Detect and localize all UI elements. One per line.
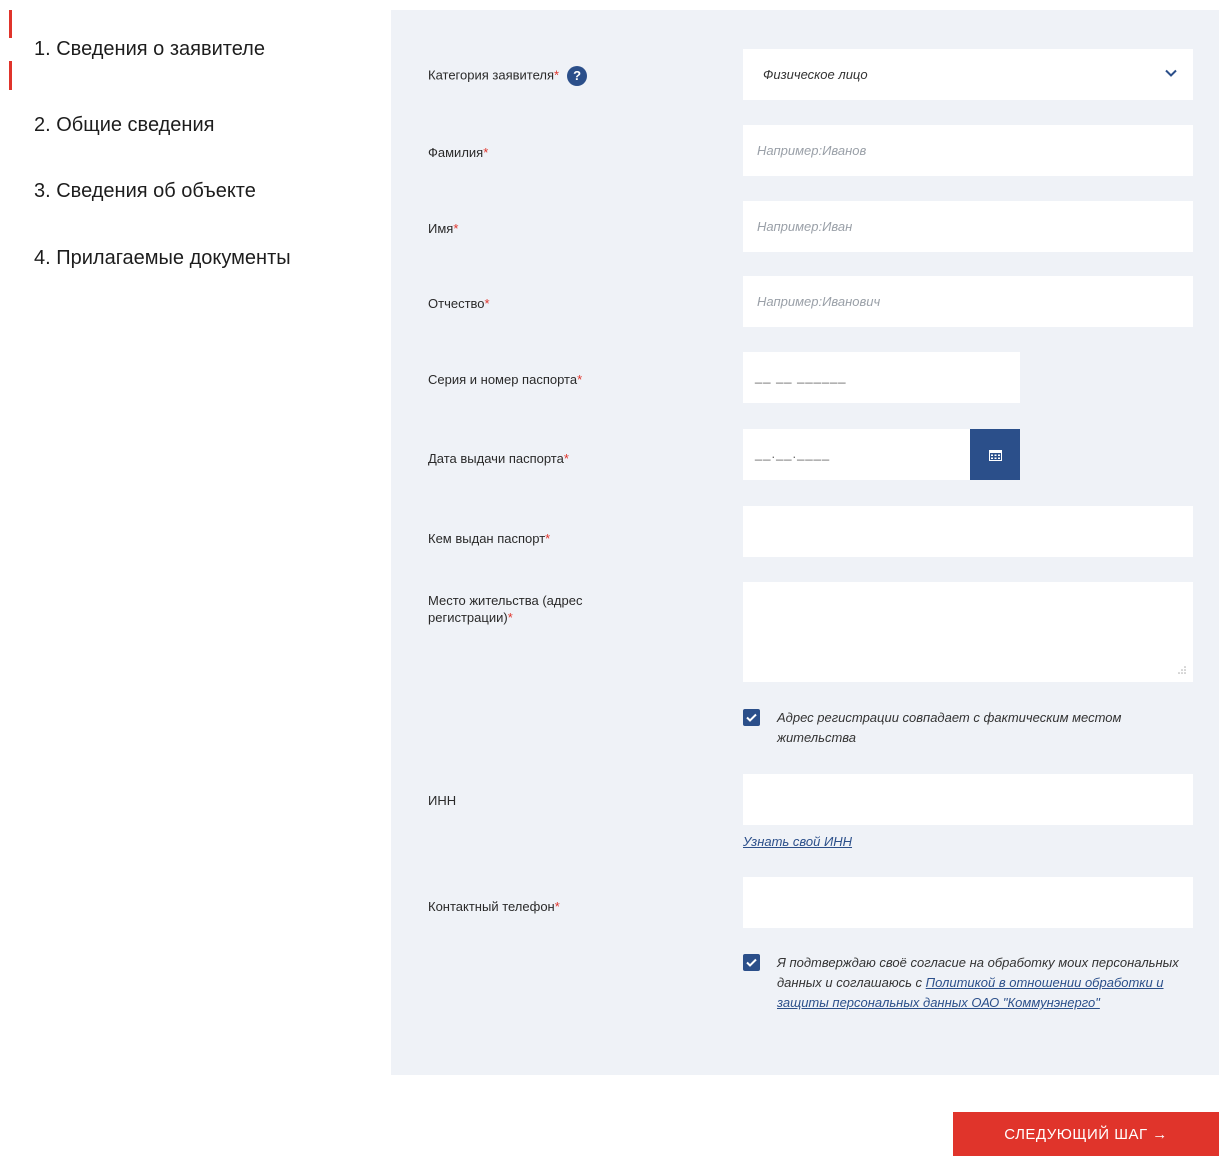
- passport-issuer-input[interactable]: [743, 506, 1193, 557]
- passport-number-input[interactable]: __ __ ______: [743, 352, 1020, 403]
- passport-number-mask: __ __ ______: [755, 369, 847, 384]
- step-object-info[interactable]: 3. Сведения об объекте: [0, 180, 391, 203]
- address-label: Место жительства (адрес регистрации)*: [428, 593, 583, 625]
- calendar-button[interactable]: [970, 429, 1020, 480]
- chevron-down-icon: [1165, 69, 1177, 77]
- passport-date-input[interactable]: __.__.____: [743, 429, 970, 480]
- address-same-checkbox[interactable]: [743, 709, 760, 726]
- inn-label: ИНН: [428, 793, 457, 808]
- patronymic-input[interactable]: [743, 276, 1193, 327]
- patronymic-label: Отчество*: [428, 296, 490, 311]
- checkmark-icon: [746, 958, 757, 967]
- address-textarea[interactable]: [743, 582, 1193, 682]
- category-select[interactable]: Физическое лицо: [743, 49, 1193, 100]
- lastname-input[interactable]: [743, 125, 1193, 176]
- phone-label: Контактный телефон*: [428, 899, 560, 914]
- calendar-icon: [988, 449, 1002, 461]
- resize-handle-icon[interactable]: [1177, 665, 1187, 675]
- find-inn-link[interactable]: Узнать свой ИНН: [743, 834, 852, 849]
- next-step-button[interactable]: СЛЕДУЮЩИЙ ШАГ →: [953, 1112, 1219, 1156]
- passport-date-label: Дата выдачи паспорта*: [428, 451, 569, 466]
- consent-checkbox[interactable]: [743, 954, 760, 971]
- consent-text: Я подтверждаю своё согласие на обработку…: [777, 955, 1179, 1010]
- passport-issuer-label: Кем выдан паспорт*: [428, 531, 551, 546]
- category-selected-value: Физическое лицо: [763, 67, 868, 82]
- lastname-label: Фамилия*: [428, 145, 489, 160]
- checkmark-icon: [746, 713, 757, 722]
- passport-date-mask: __.__.____: [755, 446, 831, 461]
- step-general-info[interactable]: 2. Общие сведения: [0, 114, 391, 137]
- consent-row: Я подтверждаю своё согласие на обработку…: [743, 953, 1193, 1013]
- help-icon[interactable]: ?: [567, 66, 588, 86]
- passport-number-label: Серия и номер паспорта*: [428, 372, 583, 387]
- firstname-input[interactable]: [743, 201, 1193, 252]
- phone-input[interactable]: [743, 877, 1193, 928]
- address-same-row: Адрес регистрации совпадает с фактически…: [743, 708, 1173, 748]
- firstname-label: Имя*: [428, 221, 459, 236]
- address-same-text: Адрес регистрации совпадает с фактически…: [777, 710, 1122, 745]
- category-label: Категория заявителя*?: [428, 66, 588, 86]
- inn-input[interactable]: [743, 774, 1193, 825]
- step-attached-documents[interactable]: 4. Прилагаемые документы: [0, 247, 391, 270]
- step-applicant-info[interactable]: 1. Сведения о заявителе: [0, 38, 391, 61]
